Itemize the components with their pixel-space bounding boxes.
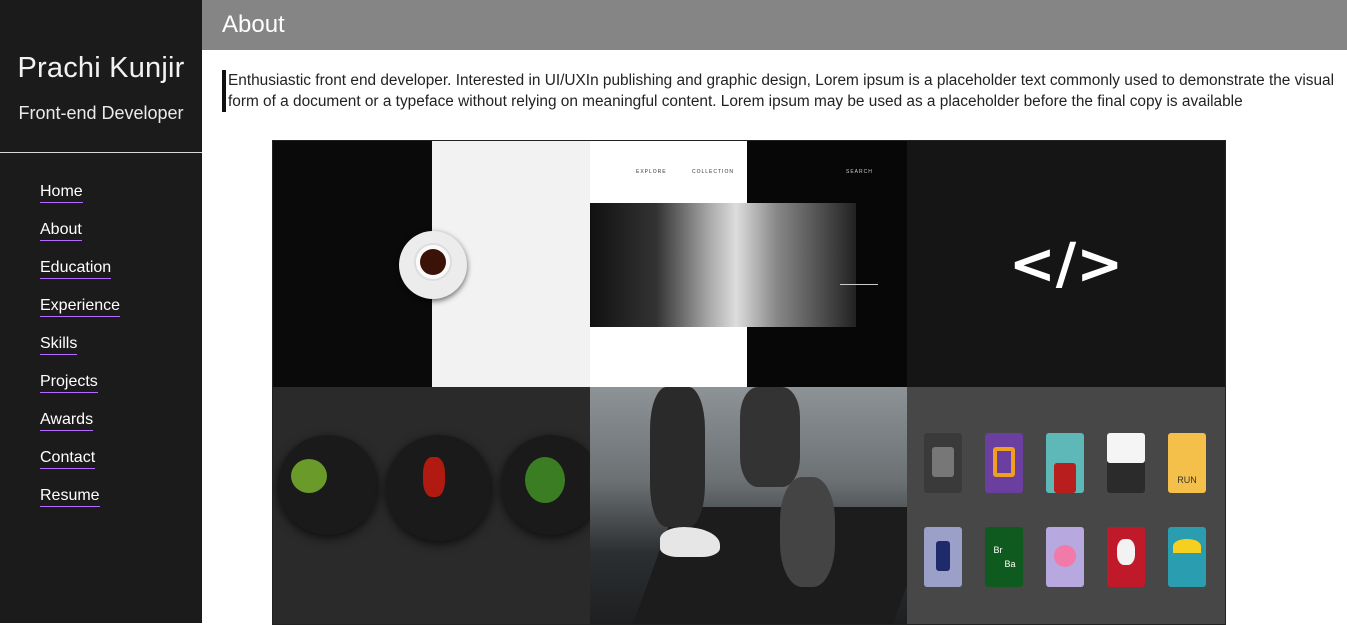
peas-right <box>525 457 565 503</box>
section-header: About <box>202 0 1347 50</box>
nav-link-projects[interactable]: Projects <box>40 372 98 393</box>
profile-name: Prachi Kunjir <box>17 52 185 84</box>
icon-card-4 <box>1107 433 1145 493</box>
icon-card-6 <box>924 527 962 587</box>
card-br-label: Br <box>993 545 1003 555</box>
nav-link-skills[interactable]: Skills <box>40 334 78 355</box>
sidebar-divider <box>0 152 202 153</box>
icon-card-3 <box>1046 433 1084 493</box>
icon-card-9 <box>1107 527 1145 587</box>
intro-blockquote: Enthusiastic front end developer. Intere… <box>222 70 1334 112</box>
icon-card-5: RUN <box>1168 433 1206 493</box>
icon-card-8 <box>1046 527 1084 587</box>
mockup-line <box>840 284 878 285</box>
code-symbol-graphic[interactable]: </> <box>907 141 1225 387</box>
nav-link-contact[interactable]: Contact <box>40 448 96 469</box>
nav-link-education[interactable]: Education <box>40 258 112 279</box>
profile-role: Front-end Developer <box>18 103 184 123</box>
mockup-bottom-panel <box>590 327 747 387</box>
project-gallery: EXPLORE COLLECTION SEARCH </> RUN Br Ba <box>272 140 1226 625</box>
card-ba-label: Ba <box>1004 559 1016 569</box>
nav-link-resume[interactable]: Resume <box>40 486 100 507</box>
fashion-website-mockup[interactable]: EXPLORE COLLECTION SEARCH <box>590 141 907 387</box>
code-brackets-icon: </> <box>1008 232 1124 297</box>
coffee-liquid <box>420 249 446 275</box>
card-run-label: RUN <box>1177 475 1197 485</box>
runner-shoe-right <box>780 477 835 587</box>
tv-show-icons-grid[interactable]: RUN Br Ba <box>907 387 1225 624</box>
mockup-menu-search: SEARCH <box>846 169 873 175</box>
runner-leg-left <box>650 387 705 527</box>
runner-leg-right <box>740 387 800 487</box>
icon-card-10 <box>1168 527 1206 587</box>
mockup-menu-explore: EXPLORE <box>636 169 667 175</box>
intro-text: Enthusiastic front end developer. Intere… <box>228 72 1334 110</box>
vegetables-left <box>291 459 327 493</box>
chili-middle <box>423 457 445 497</box>
coffee-cup-photo[interactable] <box>273 141 590 387</box>
sidebar: Prachi Kunjir Front-end Developer Home A… <box>0 0 202 623</box>
section-title: About <box>222 11 285 38</box>
treadmill-running-photo[interactable] <box>590 387 907 624</box>
icon-card-2 <box>985 433 1023 493</box>
icon-card-7: Br Ba <box>985 527 1023 587</box>
nav-link-about[interactable]: About <box>40 220 82 241</box>
mockup-menu-collection: COLLECTION <box>692 169 734 175</box>
nav-link-awards[interactable]: Awards <box>40 410 94 431</box>
nav-link-experience[interactable]: Experience <box>40 296 121 317</box>
nav-link-home[interactable]: Home <box>40 182 83 203</box>
sidebar-nav: Home About Education Experience Skills P… <box>40 182 121 524</box>
portrait-photo <box>590 203 856 327</box>
food-plates-photo[interactable] <box>273 387 590 624</box>
icon-card-1 <box>924 433 962 493</box>
